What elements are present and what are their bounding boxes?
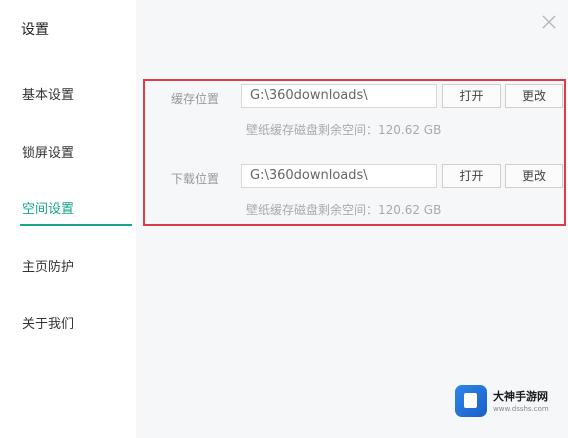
close-icon[interactable] [541,14,557,30]
sidebar-item-about-us[interactable]: 关于我们 [22,311,134,339]
download-path-field[interactable]: G:\360downloads\ [241,164,437,188]
cache-location-label: 缓存位置 [171,92,220,106]
sidebar: 设置 基本设置 锁屏设置 空间设置 主页防护 关于我们 [0,0,136,438]
window-title: 设置 [21,22,49,38]
sidebar-item-lockscreen-settings[interactable]: 锁屏设置 [22,140,134,168]
cache-path-field[interactable]: G:\360downloads\ [241,84,437,108]
cache-open-button[interactable]: 打开 [442,84,501,108]
active-tab-indicator [20,224,132,226]
download-location-label: 下载位置 [171,172,220,186]
settings-window: 设置 基本设置 锁屏设置 空间设置 主页防护 关于我们 缓存位置 G:\360d… [0,0,568,438]
cache-free-space-text: 壁纸缓存磁盘剩余空间：120.62 GB [246,123,442,137]
download-free-space-text: 壁纸缓存磁盘剩余空间：120.62 GB [246,203,442,217]
watermark: 大神手游网 www.dsshs.com [455,385,565,421]
watermark-url: www.dsshs.com [493,405,549,413]
download-change-button[interactable]: 更改 [505,164,563,188]
cache-change-button[interactable]: 更改 [505,84,563,108]
watermark-name: 大神手游网 [493,390,548,403]
sidebar-item-basic-settings[interactable]: 基本设置 [22,82,134,110]
sidebar-item-space-settings[interactable]: 空间设置 [22,196,134,224]
watermark-logo-icon [455,385,487,417]
download-open-button[interactable]: 打开 [442,164,501,188]
sidebar-item-homepage-protection[interactable]: 主页防护 [22,254,134,282]
